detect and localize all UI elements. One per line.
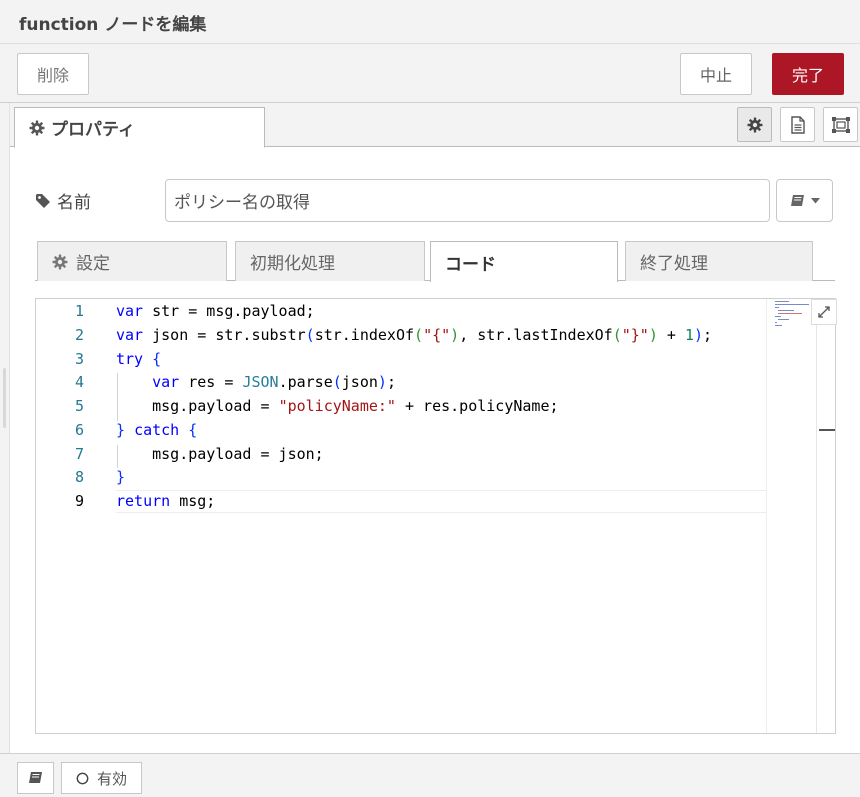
object-group-icon bbox=[831, 116, 851, 134]
enabled-label: 有効 bbox=[96, 769, 127, 788]
settings-side-button[interactable] bbox=[737, 107, 772, 142]
function-tab-strip: 設定 初期化処理 コード 終了処理 bbox=[35, 240, 835, 282]
node-help-button[interactable] bbox=[17, 762, 54, 794]
code-line[interactable]: } catch { bbox=[116, 421, 197, 439]
tab-setup[interactable]: 設定 bbox=[37, 241, 227, 281]
name-label-text: 名前 bbox=[57, 193, 91, 213]
line-number: 4 bbox=[74, 373, 84, 391]
line-number: 6 bbox=[74, 421, 84, 439]
tab-init[interactable]: 初期化処理 bbox=[235, 241, 425, 281]
cancel-button[interactable]: 中止 bbox=[680, 53, 752, 95]
code-line[interactable]: var str = msg.payload; bbox=[116, 302, 315, 320]
resize-grip[interactable] bbox=[3, 368, 6, 428]
code-line[interactable]: var res = JSON.parse(json); bbox=[116, 373, 396, 391]
line-number: 1 bbox=[74, 302, 84, 320]
gear-icon bbox=[747, 117, 763, 133]
dialog-footer: 有効 bbox=[0, 753, 860, 797]
book-icon bbox=[28, 771, 44, 785]
code-line[interactable]: try { bbox=[116, 350, 161, 368]
line-number: 7 bbox=[74, 445, 84, 463]
code-editor[interactable]: 1 2 3 4 5 6 7 8 9 var str = msg.payload;… bbox=[35, 298, 837, 734]
tab-code-label: コード bbox=[445, 254, 496, 275]
circle-outline-icon bbox=[76, 772, 89, 785]
line-number-current: 9 bbox=[74, 492, 84, 510]
gear-icon bbox=[29, 120, 45, 136]
sidebar-resize-handle[interactable] bbox=[0, 103, 10, 753]
done-button[interactable]: 完了 bbox=[772, 53, 844, 95]
description-side-button[interactable] bbox=[780, 107, 815, 142]
book-icon bbox=[790, 194, 806, 208]
tab-properties[interactable]: プロパティ bbox=[14, 107, 265, 148]
tab-properties-label: プロパティ bbox=[51, 120, 135, 140]
file-text-icon bbox=[790, 115, 806, 134]
code-line[interactable]: msg.payload = json; bbox=[116, 445, 324, 463]
line-number: 3 bbox=[74, 350, 84, 368]
code-line[interactable]: } bbox=[116, 468, 125, 486]
delete-button[interactable]: 削除 bbox=[17, 53, 89, 95]
tag-icon bbox=[35, 193, 51, 209]
tab-setup-label: 設定 bbox=[76, 254, 110, 274]
properties-tab-strip: プロパティ bbox=[10, 103, 860, 148]
code-line[interactable]: var json = str.substr(str.indexOf("{"), … bbox=[116, 326, 712, 344]
name-label: 名前 bbox=[35, 188, 91, 213]
expand-editor-button[interactable] bbox=[811, 299, 837, 325]
code-line[interactable]: msg.payload = "policyName:" + res.policy… bbox=[116, 397, 558, 415]
dialog-action-bar: 削除 中止 完了 bbox=[0, 44, 860, 103]
name-input[interactable] bbox=[165, 179, 770, 222]
line-number-gutter: 1 2 3 4 5 6 7 8 9 bbox=[36, 299, 98, 733]
tab-init-label: 初期化処理 bbox=[250, 254, 335, 274]
dialog-title: function ノードを編集 bbox=[19, 15, 207, 35]
tab-close[interactable]: 終了処理 bbox=[625, 241, 813, 281]
tab-close-label: 終了処理 bbox=[640, 254, 708, 274]
appearance-side-button[interactable] bbox=[823, 107, 858, 142]
line-number: 8 bbox=[74, 468, 84, 486]
enabled-toggle[interactable]: 有効 bbox=[61, 762, 142, 794]
gear-icon bbox=[52, 254, 68, 270]
vertical-scrollbar[interactable] bbox=[816, 299, 837, 733]
scrollbar-cursor-marker bbox=[819, 429, 835, 431]
code-minimap[interactable] bbox=[766, 299, 817, 733]
line-number: 2 bbox=[74, 326, 84, 344]
tab-code[interactable]: コード bbox=[430, 241, 618, 282]
code-line[interactable]: return msg; bbox=[116, 492, 215, 510]
library-button[interactable] bbox=[776, 179, 833, 222]
dialog-title-bar: function ノードを編集 bbox=[0, 0, 860, 44]
expand-icon bbox=[818, 306, 830, 318]
line-number: 5 bbox=[74, 397, 84, 415]
caret-down-icon bbox=[810, 197, 820, 204]
